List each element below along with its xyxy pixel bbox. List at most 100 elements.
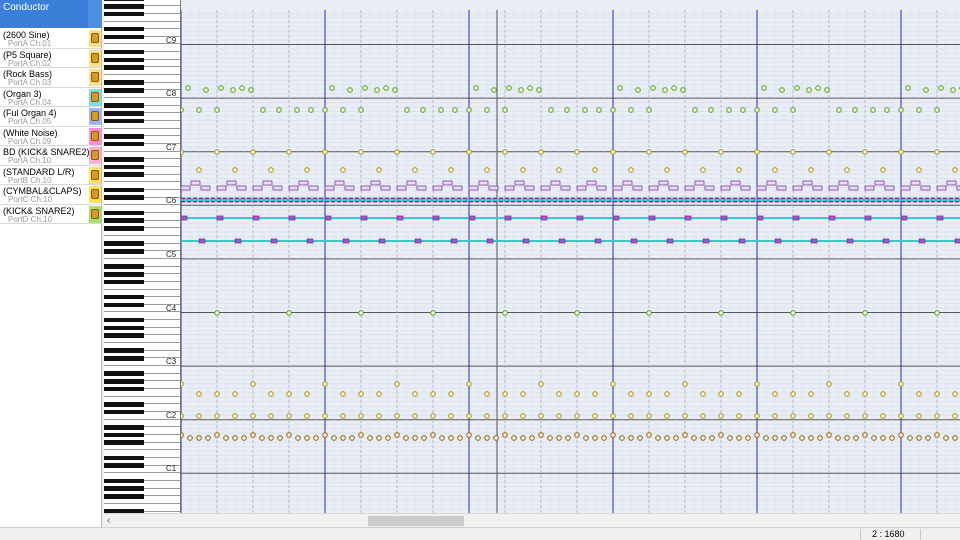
note-bar[interactable] — [738, 238, 746, 244]
track-instrument-icon[interactable] — [89, 186, 101, 203]
note-dot[interactable] — [844, 413, 850, 419]
note-bar[interactable] — [828, 215, 836, 221]
note-dot[interactable] — [610, 149, 616, 155]
note-dot[interactable] — [610, 432, 616, 438]
note-dot[interactable] — [844, 435, 850, 441]
note-dot[interactable] — [610, 107, 616, 113]
note-dot[interactable] — [574, 391, 580, 397]
note-bar[interactable] — [370, 180, 381, 186]
note-dot[interactable] — [700, 391, 706, 397]
note-dot[interactable] — [430, 432, 436, 438]
note-dot[interactable] — [448, 413, 454, 419]
note-dot[interactable] — [358, 310, 364, 316]
track-instrument-icon[interactable] — [89, 108, 101, 125]
note-dot[interactable] — [718, 149, 724, 155]
note-dot[interactable] — [718, 432, 724, 438]
note-dot[interactable] — [376, 413, 382, 419]
note-dot[interactable] — [610, 381, 616, 387]
note-dot[interactable] — [376, 391, 382, 397]
note-dot[interactable] — [852, 107, 858, 113]
note-bar[interactable] — [324, 185, 335, 191]
note-dot[interactable] — [286, 310, 292, 316]
note-dot[interactable] — [923, 87, 929, 93]
note-dot[interactable] — [475, 435, 481, 441]
note-dot[interactable] — [241, 435, 247, 441]
black-key[interactable] — [104, 187, 144, 193]
note-dot[interactable] — [502, 413, 508, 419]
note-dot[interactable] — [491, 87, 497, 93]
note-bar[interactable] — [900, 215, 908, 221]
note-bar[interactable] — [776, 185, 787, 191]
note-bar[interactable] — [181, 185, 191, 191]
note-dot[interactable] — [682, 432, 688, 438]
track-item[interactable]: (P5 Square) PortA Ch.02 — [0, 49, 102, 68]
note-bar[interactable] — [802, 180, 813, 186]
note-dot[interactable] — [340, 391, 346, 397]
note-dot[interactable] — [592, 391, 598, 397]
note-bar[interactable] — [702, 238, 710, 244]
note-dot[interactable] — [362, 85, 368, 91]
note-dot[interactable] — [412, 413, 418, 419]
black-key[interactable] — [104, 11, 144, 17]
note-dot[interactable] — [308, 107, 314, 113]
note-dot[interactable] — [340, 167, 346, 173]
note-dot[interactable] — [763, 435, 769, 441]
scroll-left-icon[interactable]: ‹ — [107, 515, 110, 526]
note-dot[interactable] — [754, 432, 760, 438]
note-dot[interactable] — [232, 167, 238, 173]
note-dot[interactable] — [691, 435, 697, 441]
note-dot[interactable] — [916, 167, 922, 173]
black-key[interactable] — [104, 371, 144, 377]
track-instrument-icon[interactable] — [89, 49, 101, 67]
note-dot[interactable] — [520, 435, 526, 441]
note-bar[interactable] — [622, 180, 633, 186]
note-dot[interactable] — [268, 413, 274, 419]
black-key[interactable] — [104, 386, 144, 392]
note-bar[interactable] — [360, 185, 371, 191]
note-dot[interactable] — [322, 381, 328, 387]
note-dot[interactable] — [628, 413, 634, 419]
note-dot[interactable] — [214, 391, 220, 397]
note-bar[interactable] — [396, 215, 404, 221]
note-bar[interactable] — [884, 185, 895, 191]
note-bar[interactable] — [954, 238, 960, 244]
track-item[interactable]: (White Noise) PortA Ch.09 — [0, 127, 102, 146]
black-key[interactable] — [104, 248, 144, 254]
note-bar[interactable] — [298, 180, 309, 186]
note-dot[interactable] — [726, 107, 732, 113]
note-dot[interactable] — [374, 87, 380, 93]
note-bar[interactable] — [596, 185, 607, 191]
note-dot[interactable] — [466, 149, 472, 155]
note-dot[interactable] — [484, 391, 490, 397]
track-instrument-icon[interactable] — [89, 127, 101, 145]
note-dot[interactable] — [574, 310, 580, 316]
note-bar[interactable] — [848, 185, 859, 191]
note-dot[interactable] — [736, 435, 742, 441]
note-bar[interactable] — [812, 185, 823, 191]
note-dot[interactable] — [394, 413, 400, 419]
note-dot[interactable] — [574, 149, 580, 155]
note-dot[interactable] — [412, 435, 418, 441]
note-dot[interactable] — [727, 435, 733, 441]
note-dot[interactable] — [304, 391, 310, 397]
black-key[interactable] — [104, 379, 144, 384]
note-dot[interactable] — [340, 413, 346, 419]
note-dot[interactable] — [824, 87, 830, 93]
note-dot[interactable] — [506, 85, 512, 91]
note-bar[interactable] — [792, 185, 803, 191]
black-key[interactable] — [104, 348, 144, 354]
note-dot[interactable] — [286, 149, 292, 155]
black-key[interactable] — [104, 440, 144, 445]
note-bar[interactable] — [882, 238, 890, 244]
note-bar[interactable] — [524, 185, 535, 191]
black-key[interactable] — [104, 432, 144, 438]
note-dot[interactable] — [736, 167, 742, 173]
note-dot[interactable] — [230, 87, 236, 93]
note-dot[interactable] — [934, 391, 940, 397]
note-dot[interactable] — [592, 167, 598, 173]
note-dot[interactable] — [260, 107, 266, 113]
note-dot[interactable] — [907, 435, 913, 441]
black-key[interactable] — [104, 172, 144, 177]
note-bar[interactable] — [720, 185, 731, 191]
note-dot[interactable] — [617, 85, 623, 91]
